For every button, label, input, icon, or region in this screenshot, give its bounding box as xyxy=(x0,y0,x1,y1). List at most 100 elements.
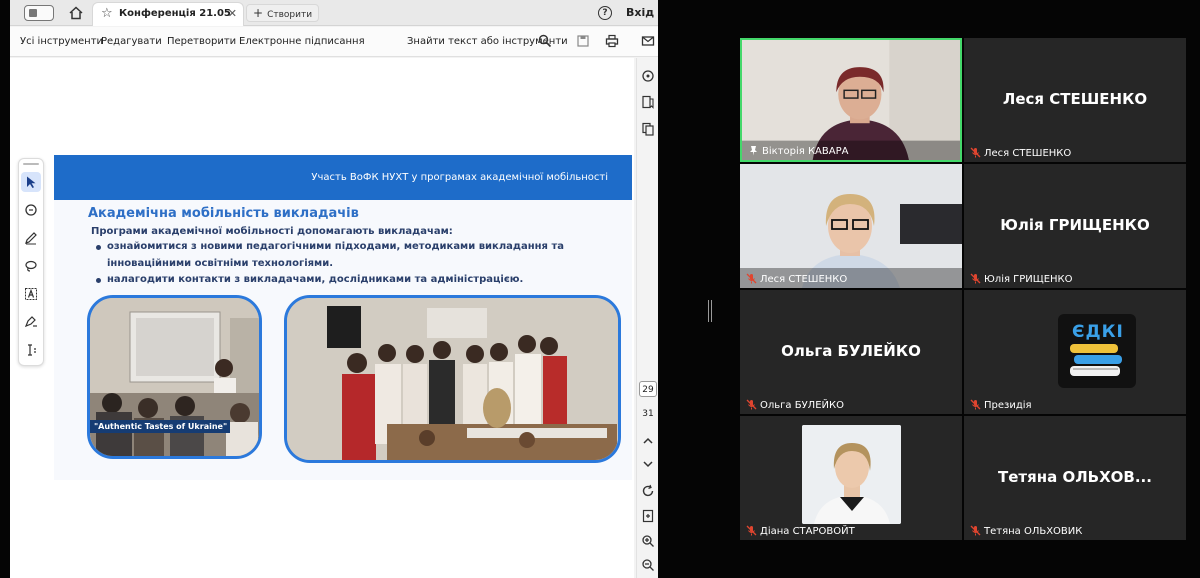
pin-icon xyxy=(750,146,757,156)
menu-convert[interactable]: Перетворити xyxy=(167,36,236,47)
pen-icon xyxy=(25,232,37,245)
slide-bullet-2: налагодити контакти з викладачами, дослі… xyxy=(107,274,524,285)
edki-logo: ЄДКІ xyxy=(1058,314,1136,388)
screen: ☆ Конференція 21.05 ✕ + Створити ? Вхід У… xyxy=(0,0,1200,578)
participant-display-name: Тетяна ОЛЬХОВ... xyxy=(998,468,1152,486)
participant-tile[interactable]: ЄДКІ Президія xyxy=(964,290,1186,414)
participant-display-name: Юлія ГРИЩЕНКО xyxy=(1000,216,1150,234)
menu-esign[interactable]: Електронне підписання xyxy=(239,36,365,47)
participant-label: Леся СТЕШЕНКО xyxy=(746,273,847,285)
select-tool[interactable] xyxy=(21,172,41,192)
plus-icon: + xyxy=(253,6,264,20)
signin-button[interactable]: Вхід xyxy=(626,6,654,19)
text-box-tool[interactable] xyxy=(21,284,41,304)
avatar xyxy=(802,425,901,524)
mic-muted-icon xyxy=(746,525,757,536)
photo-caption: "Authentic Tastes of Ukraine" xyxy=(90,420,230,433)
quick-tools-panel xyxy=(18,158,44,366)
mic-muted-icon xyxy=(970,525,981,536)
participant-name: Леся СТЕШЕНКО xyxy=(984,148,1072,159)
new-tab-label: Створити xyxy=(267,10,313,20)
participant-name: Президія xyxy=(984,400,1032,411)
participant-label: Ольга БУЛЕЙКО xyxy=(746,399,844,411)
participant-name: Ольга БУЛЕЙКО xyxy=(760,400,844,411)
search-icon[interactable] xyxy=(538,34,552,48)
photo-group xyxy=(284,295,621,463)
participant-tile[interactable]: Леся СТЕШЕНКО xyxy=(740,164,962,288)
participant-display-name: Ольга БУЛЕЙКО xyxy=(781,342,921,360)
participant-tile[interactable]: Тетяна ОЛЬХОВ... Тетяна ОЛЬХОВИК xyxy=(964,416,1186,540)
tab-bar: ☆ Конференція 21.05 ✕ + Створити ? Вхід xyxy=(10,0,658,26)
photo-classroom: "Authentic Tastes of Ukraine" xyxy=(87,295,262,459)
participant-tile[interactable]: Вікторія КАВАРА xyxy=(740,38,962,162)
menu-edit[interactable]: Редагувати xyxy=(101,36,162,47)
select-text-tool[interactable] xyxy=(21,340,41,360)
slide-header-text: Участь ВоФК НУХТ у програмах академічної… xyxy=(311,172,608,183)
tab-overview-icon[interactable] xyxy=(24,5,54,21)
draw-tool[interactable] xyxy=(21,256,41,276)
participant-video xyxy=(740,164,962,288)
participant-label: Тетяна ОЛЬХОВИК xyxy=(970,525,1082,537)
chevron-up-icon[interactable] xyxy=(641,434,655,448)
current-page-number[interactable]: 29 xyxy=(639,381,657,397)
avatar-photo-image xyxy=(802,425,901,524)
bullet-marker xyxy=(96,245,101,250)
star-icon[interactable]: ☆ xyxy=(101,6,113,21)
right-rail: 29 31 xyxy=(636,58,658,578)
comment-tool[interactable] xyxy=(21,200,41,220)
slide-page: Участь ВоФК НУХТ у програмах академічної… xyxy=(54,155,632,480)
slide-header-band: Участь ВоФК НУХТ у програмах академічної… xyxy=(54,155,632,200)
save-icon[interactable] xyxy=(576,34,590,48)
menu-bar: Усі інструменти Редагувати Перетворити Е… xyxy=(10,27,658,57)
slide-title: Академічна мобільність викладачів xyxy=(88,206,359,221)
participant-label: Вікторія КАВАРА xyxy=(748,145,848,157)
fill-sign-icon xyxy=(24,316,37,328)
tab-document-title: Конференція 21.05 xyxy=(119,8,231,19)
comment-plus-icon xyxy=(25,204,37,216)
participant-label: Діана СТАРОВОЙТ xyxy=(746,525,855,537)
total-pages: 31 xyxy=(642,409,654,419)
participant-tile[interactable]: Ольга БУЛЕЙКО Ольга БУЛЕЙКО xyxy=(740,290,962,414)
cursor-icon xyxy=(27,176,36,188)
mic-muted-icon xyxy=(970,399,981,410)
zoom-in-icon[interactable] xyxy=(641,534,655,548)
participant-name: Юлія ГРИЩЕНКО xyxy=(984,274,1073,285)
classroom-photo-image xyxy=(90,298,259,456)
slide-bullet-1-cont: інноваційними освітніми технологіями. xyxy=(107,258,334,269)
mic-muted-icon xyxy=(970,273,981,284)
logo-text: ЄДКІ xyxy=(1072,322,1124,342)
participant-tile[interactable]: Юлія ГРИЩЕНКО Юлія ГРИЩЕНКО xyxy=(964,164,1186,288)
help-icon[interactable]: ? xyxy=(598,6,612,20)
zoom-out-icon[interactable] xyxy=(641,558,655,572)
refresh-icon[interactable] xyxy=(641,484,655,498)
home-icon[interactable] xyxy=(68,5,84,21)
bookmark-icon[interactable] xyxy=(641,95,655,109)
mic-muted-icon xyxy=(746,399,757,410)
slide-bullet-1: ознайомитися з новими педагогічними підх… xyxy=(107,241,565,252)
tab-document[interactable]: ☆ Конференція 21.05 ✕ xyxy=(92,2,244,26)
text-cursor-icon xyxy=(28,344,36,356)
new-tab-button[interactable]: + Створити xyxy=(246,4,320,22)
text-box-icon xyxy=(25,288,37,300)
menu-all-tools[interactable]: Усі інструменти xyxy=(20,36,103,47)
participant-tile[interactable]: Леся СТЕШЕНКО Леся СТЕШЕНКО xyxy=(964,38,1186,162)
bullet-marker xyxy=(96,278,101,283)
participant-video xyxy=(742,40,960,160)
participant-tile[interactable]: Діана СТАРОВОЙТ xyxy=(740,416,962,540)
page-extract-icon[interactable] xyxy=(641,509,655,523)
participants-grid: Вікторія КАВАРА Леся СТЕШЕНКО Леся СТЕШЕ… xyxy=(740,38,1186,540)
mail-icon[interactable] xyxy=(641,34,655,48)
mic-muted-icon xyxy=(746,273,757,284)
pane-splitter-handle[interactable] xyxy=(707,300,713,322)
participant-label: Леся СТЕШЕНКО xyxy=(970,147,1071,159)
highlight-tool[interactable] xyxy=(21,228,41,248)
close-icon[interactable]: ✕ xyxy=(228,7,237,20)
drag-handle[interactable] xyxy=(23,163,39,165)
print-icon[interactable] xyxy=(605,34,619,48)
comment-icon[interactable] xyxy=(641,69,655,83)
lasso-icon xyxy=(25,260,37,272)
sign-tool[interactable] xyxy=(21,312,41,332)
books-logo-icon xyxy=(1070,344,1122,376)
copy-pages-icon[interactable] xyxy=(641,122,655,136)
chevron-down-icon[interactable] xyxy=(641,457,655,471)
